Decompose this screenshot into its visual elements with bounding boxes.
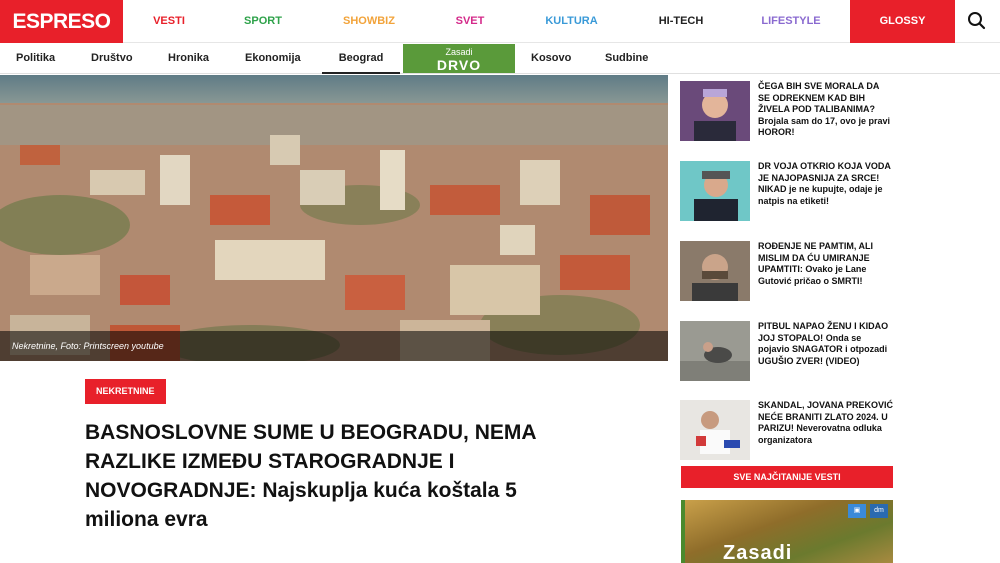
nav-glossy[interactable]: GLOSSY [850,0,955,43]
city-aerial-illustration [0,75,668,361]
top-navigation: ESPRESO VESTI SPORT SHOWBIZ SVET KULTURA… [0,0,1000,43]
advertisement-banner[interactable]: ▣ dm Zasadi [681,500,893,563]
nav-hi-tech[interactable]: HI-TECH [630,0,732,43]
story-text: SKANDAL, JOVANA PREKOVIĆ NEĆE BRANITI ZL… [758,400,893,446]
article-headline[interactable]: BASNOSLOVNE SUME U BEOGRADU, NEMA RAZLIK… [85,418,565,534]
nav-showbiz[interactable]: SHOWBIZ [311,0,427,43]
sidebar-story[interactable]: SKANDAL, JOVANA PREKOVIĆ NEĆE BRANITI ZL… [680,400,893,470]
story-text: DR VOJA OTKRIO KOJA VODA JE NAJOPASNIJA … [758,161,893,207]
nav-svet[interactable]: SVET [427,0,513,43]
search-button[interactable] [955,0,1000,43]
subnav-hronika[interactable]: Hronika [168,43,209,74]
promo-line-1: Zasadi [445,47,473,57]
subnav-politika[interactable]: Politika [16,43,55,74]
story-thumbnail [680,161,750,221]
nav-kultura[interactable]: KULTURA [513,0,630,43]
sidebar-story[interactable]: PITBUL NAPAO ŽENU I KIDAO JOJ STOPALO! O… [680,321,893,391]
sidebar-story[interactable]: DR VOJA OTKRIO KOJA VODA JE NAJOPASNIJA … [680,161,893,231]
story-thumbnail [680,241,750,301]
subnav-ekonomija[interactable]: Ekonomija [245,43,301,74]
subnav-drustvo[interactable]: Društvo [91,43,133,74]
sidebar-story[interactable]: ČEGA BIH SVE MORALA DA SE ODREKNEM KAD B… [680,81,893,151]
subnav-beograd[interactable]: Beograd [322,43,400,74]
story-text: PITBUL NAPAO ŽENU I KIDAO JOJ STOPALO! O… [758,321,893,367]
hero-caption: Nekretnine, Foto: Printscreen youtube [0,331,668,361]
hero-image[interactable] [0,75,668,361]
story-title: ČEGA BIH SVE MORALA DA SE ODREKNEM KAD B… [758,81,880,114]
subnav-sudbine[interactable]: Sudbine [605,43,648,74]
ad-text: Zasadi [723,542,793,563]
dm-logo-icon: dm [870,504,888,518]
espreso-logo[interactable]: ESPRESO [0,0,123,43]
story-text: ČEGA BIH SVE MORALA DA SE ODREKNEM KAD B… [758,81,893,139]
story-thumbnail [680,321,750,381]
story-thumbnail [680,81,750,141]
subnav-kosovo[interactable]: Kosovo [531,43,571,74]
all-most-read-button[interactable]: SVE NAJČITANIJE VESTI [681,466,893,488]
story-title: PITBUL NAPAO ŽENU I KIDAO JOJ STOPALO! [758,321,889,343]
nav-lifestyle[interactable]: LIFESTYLE [732,0,850,43]
sidebar-story[interactable]: ROĐENJE NE PAMTIM, ALI MISLIM DA ĆU UMIR… [680,241,893,311]
story-text: ROĐENJE NE PAMTIM, ALI MISLIM DA ĆU UMIR… [758,241,893,287]
search-icon [968,12,986,30]
promo-line-2: DRVO [436,57,482,73]
ad-badge-icon: ▣ [848,504,866,518]
category-tag[interactable]: NEKRETNINE [85,379,166,404]
story-thumbnail [680,400,750,460]
nav-vesti[interactable]: VESTI [123,0,215,43]
story-subtitle: Brojala sam do 17, ovo je pravi HOROR! [758,115,891,138]
nav-sport[interactable]: SPORT [215,0,311,43]
zasadi-drvo-promo[interactable]: Zasadi DRVO [403,44,515,73]
